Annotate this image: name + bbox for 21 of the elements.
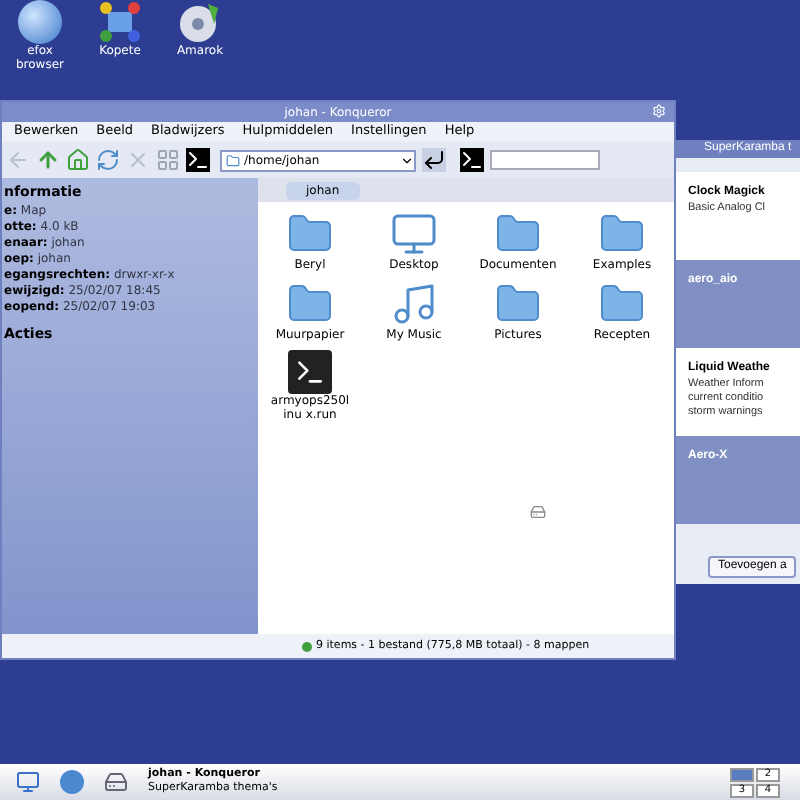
drive-icon[interactable] xyxy=(104,770,128,794)
network-icon[interactable] xyxy=(98,0,142,44)
terminal-icon[interactable] xyxy=(460,148,484,172)
home-icon[interactable] xyxy=(66,148,90,172)
folder-icon xyxy=(226,153,240,167)
globe-icon[interactable] xyxy=(18,0,62,44)
enter-icon[interactable] xyxy=(422,148,446,172)
drive-icon xyxy=(530,504,546,520)
reload-icon[interactable] xyxy=(96,148,120,172)
status-icon xyxy=(302,641,312,651)
music-icon xyxy=(390,280,438,328)
pager-desktop[interactable] xyxy=(730,767,754,781)
disc-icon[interactable] xyxy=(178,0,222,44)
terminal-icon xyxy=(288,350,332,394)
terminal-icon[interactable] xyxy=(186,148,210,172)
monitor-icon[interactable] xyxy=(16,770,40,794)
settings-icon[interactable] xyxy=(652,104,666,118)
dropdown-icon[interactable] xyxy=(400,153,414,167)
up-icon[interactable] xyxy=(36,148,60,172)
monitor-icon xyxy=(390,210,438,258)
search-field[interactable] xyxy=(490,150,600,170)
